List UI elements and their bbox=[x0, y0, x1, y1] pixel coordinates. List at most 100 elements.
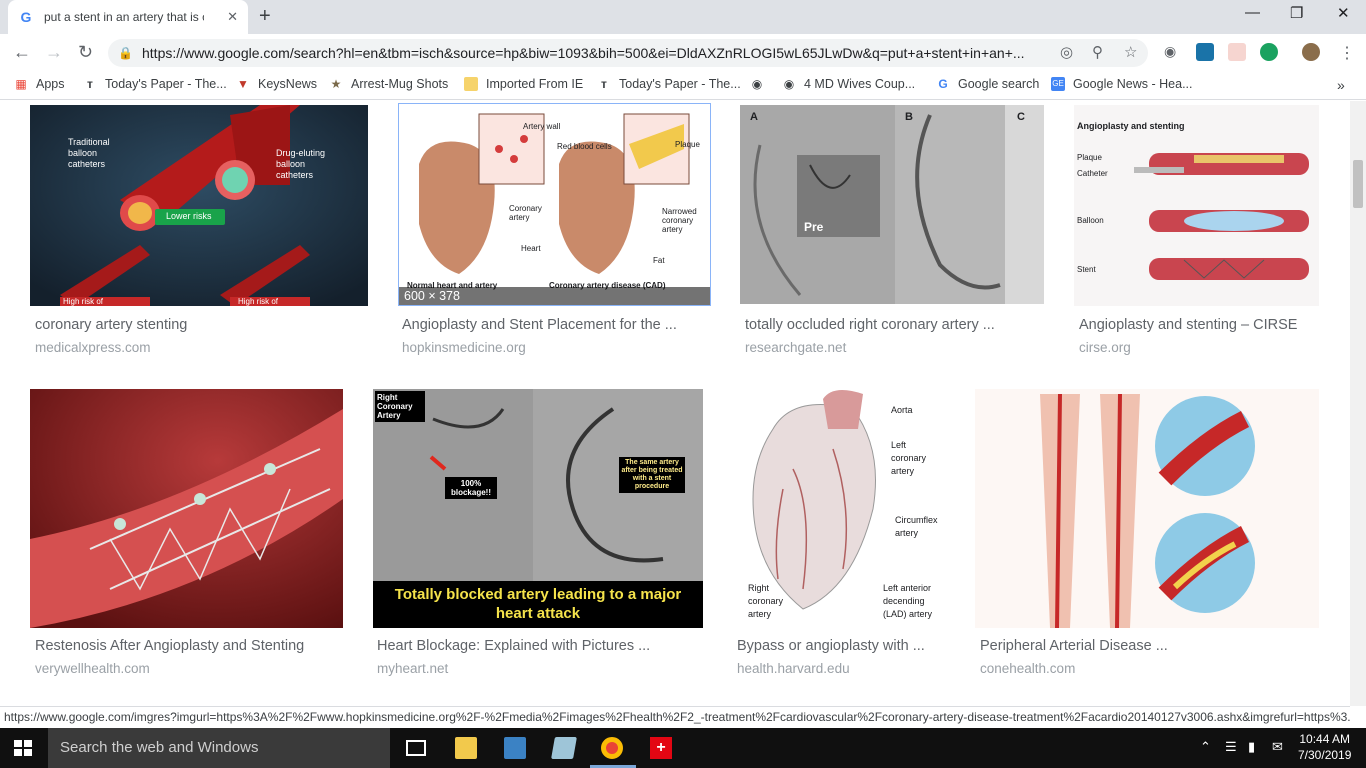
image-text: Traditional balloon catheters bbox=[68, 137, 110, 169]
image-text: Plaque bbox=[675, 140, 700, 149]
result-image-restenosis[interactable] bbox=[30, 389, 343, 628]
taskbar-clock[interactable]: 10:44 AM 7/30/2019 bbox=[1298, 731, 1351, 763]
result-source[interactable]: myheart.net bbox=[377, 661, 448, 676]
result-image-bypass[interactable]: Aorta Left coronary artery Circumflex ar… bbox=[733, 389, 945, 628]
result-caption[interactable]: coronary artery stenting bbox=[35, 317, 187, 333]
result-image-cirse[interactable]: Angioplasty and stenting Plaque Catheter… bbox=[1074, 105, 1319, 306]
status-url: https://www.google.com/imgres?imgurl=htt… bbox=[0, 706, 1350, 728]
url-text[interactable]: https://www.google.com/search?hl=en&tbm=… bbox=[142, 45, 1047, 61]
globe-icon: ◉ bbox=[751, 77, 763, 91]
image-text: Balloon bbox=[1077, 216, 1104, 225]
chrome-icon[interactable] bbox=[601, 737, 623, 759]
file-explorer-icon[interactable] bbox=[455, 737, 477, 759]
store-icon[interactable] bbox=[504, 737, 526, 759]
bookmark-google-search[interactable]: G Google search bbox=[936, 77, 1039, 91]
result-caption[interactable]: Heart Blockage: Explained with Pictures … bbox=[377, 638, 650, 654]
result-source[interactable]: health.harvard.edu bbox=[737, 661, 850, 676]
result-caption[interactable]: Angioplasty and stenting – CIRSE bbox=[1079, 317, 1297, 333]
globe-icon: ◉ bbox=[783, 77, 795, 91]
address-bar[interactable]: 🔒 https://www.google.com/search?hl=en&tb… bbox=[108, 39, 1148, 67]
profile-avatar[interactable] bbox=[1302, 43, 1320, 61]
folder-icon bbox=[464, 77, 478, 91]
result-caption[interactable]: totally occluded right coronary artery .… bbox=[745, 317, 995, 333]
bookmark-md-wives[interactable]: ◉ 4 MD Wives Coup... bbox=[782, 77, 915, 91]
menu-kebab-icon[interactable]: ⋮ bbox=[1339, 43, 1355, 63]
reload-button[interactable]: ↻ bbox=[78, 42, 93, 63]
result-caption[interactable]: Restenosis After Angioplasty and Stentin… bbox=[35, 638, 304, 654]
eye-extension-icon[interactable]: ◉ bbox=[1164, 43, 1176, 60]
window-close-button[interactable]: ✕ bbox=[1337, 4, 1350, 22]
minimize-button[interactable]: — bbox=[1245, 4, 1260, 21]
stent-artery-illustration bbox=[30, 389, 343, 628]
battery-icon[interactable]: ▮ bbox=[1248, 739, 1255, 755]
result-image-peripheral-arterial[interactable] bbox=[975, 389, 1319, 628]
result-source[interactable]: hopkinsmedicine.org bbox=[402, 340, 526, 355]
image-text: Pre bbox=[804, 220, 824, 234]
bookmark-globe[interactable]: ◉ bbox=[750, 77, 772, 91]
result-source[interactable]: cirse.org bbox=[1079, 340, 1131, 355]
task-view-icon[interactable] bbox=[406, 740, 426, 756]
bookmarks-overflow-icon[interactable]: » bbox=[1337, 77, 1345, 93]
bookmark-nyt-2[interactable]: т Today's Paper - The... bbox=[597, 77, 741, 91]
result-image-heart-blockage[interactable]: Right Coronary Artery 100% blockage!! Th… bbox=[373, 389, 703, 628]
browser-tab[interactable]: G put a stent in an artery that is co ✕ bbox=[8, 0, 248, 34]
image-text: Left anterior decending (LAD) artery bbox=[883, 583, 933, 619]
grammarly-extension-icon[interactable] bbox=[1260, 43, 1278, 61]
image-text: Aorta bbox=[891, 405, 913, 415]
image-text: Catheter bbox=[1077, 169, 1108, 178]
location-icon[interactable]: ◎ bbox=[1060, 43, 1073, 61]
image-text: Circumflex artery bbox=[895, 515, 938, 538]
notepad-icon[interactable] bbox=[551, 737, 577, 759]
result-source[interactable]: verywellhealth.com bbox=[35, 661, 150, 676]
nyt-icon: т bbox=[87, 77, 93, 91]
bookmark-folder-ie[interactable]: Imported From IE bbox=[464, 77, 583, 91]
clock-date: 7/30/2019 bbox=[1298, 748, 1352, 762]
image-text: High risk of bbox=[63, 297, 104, 306]
result-caption[interactable]: Bypass or angioplasty with ... bbox=[737, 638, 925, 654]
notifications-icon[interactable]: ✉ bbox=[1272, 739, 1283, 755]
hat-extension-icon[interactable] bbox=[1228, 43, 1246, 61]
stent-catheter-illustration bbox=[30, 105, 368, 306]
back-button[interactable]: ← bbox=[13, 42, 31, 63]
bookmark-star-icon[interactable]: ☆ bbox=[1124, 43, 1137, 61]
result-caption[interactable]: Peripheral Arterial Disease ... bbox=[980, 638, 1168, 654]
bookmark-label: Google search bbox=[958, 77, 1040, 91]
result-caption[interactable]: Angioplasty and Stent Placement for the … bbox=[402, 317, 677, 333]
forward-button[interactable]: → bbox=[45, 42, 63, 63]
google-favicon-icon: G bbox=[20, 9, 32, 25]
taskbar-search-input[interactable]: Search the web and Windows bbox=[48, 728, 390, 768]
chart-extension-icon[interactable] bbox=[1196, 43, 1214, 61]
network-icon[interactable]: ☰ bbox=[1225, 739, 1237, 755]
tray-chevron-icon[interactable]: ⌃ bbox=[1200, 739, 1211, 755]
image-text: B bbox=[905, 111, 913, 123]
zoom-icon[interactable]: ⚲ bbox=[1092, 43, 1103, 61]
angiogram-image bbox=[740, 105, 1044, 304]
image-results: Traditional balloon catheters Drug-eluti… bbox=[0, 101, 1350, 706]
image-text: High risk of bbox=[238, 297, 279, 306]
result-source[interactable]: conehealth.com bbox=[980, 661, 1075, 676]
image-text: Totally blocked artery leading to a majo… bbox=[394, 586, 682, 622]
maximize-button[interactable]: ❐ bbox=[1290, 4, 1303, 22]
image-text: Coronary artery bbox=[509, 204, 542, 222]
bookmark-arrest-mug-shots[interactable]: ★ Arrest-Mug Shots bbox=[329, 77, 449, 91]
bookmark-keysnews[interactable]: ▼ KeysNews bbox=[236, 77, 317, 91]
result-source[interactable]: medicalxpress.com bbox=[35, 340, 151, 355]
image-text: Angioplasty and stenting bbox=[1077, 121, 1185, 131]
windows-start-icon[interactable] bbox=[14, 740, 32, 756]
result-image-occluded-artery[interactable]: A B C Pre bbox=[740, 105, 1044, 304]
bookmark-apps[interactable]: ▦ Apps bbox=[14, 77, 64, 91]
scrollbar-thumb[interactable] bbox=[1353, 160, 1363, 208]
image-dimensions-label: 600 × 378 bbox=[399, 287, 710, 305]
image-text: Plaque bbox=[1077, 153, 1102, 162]
result-image-coronary-stenting[interactable]: Traditional balloon catheters Drug-eluti… bbox=[30, 105, 368, 306]
image-text: Narrowed coronary artery bbox=[662, 207, 697, 234]
bookmark-google-news[interactable]: GE Google News - Hea... bbox=[1051, 77, 1193, 91]
image-text: Left coronary artery bbox=[891, 440, 927, 476]
new-tab-button[interactable]: + bbox=[259, 5, 271, 28]
image-text: Stent bbox=[1077, 265, 1096, 274]
close-tab-icon[interactable]: ✕ bbox=[227, 9, 238, 25]
bookmark-nyt-1[interactable]: т Today's Paper - The... bbox=[83, 77, 227, 91]
result-source[interactable]: researchgate.net bbox=[745, 340, 846, 355]
result-image-angioplasty-stent[interactable]: Artery wall Red blood cells Plaque Coron… bbox=[398, 103, 711, 306]
swiss-app-icon[interactable]: + bbox=[650, 737, 672, 759]
